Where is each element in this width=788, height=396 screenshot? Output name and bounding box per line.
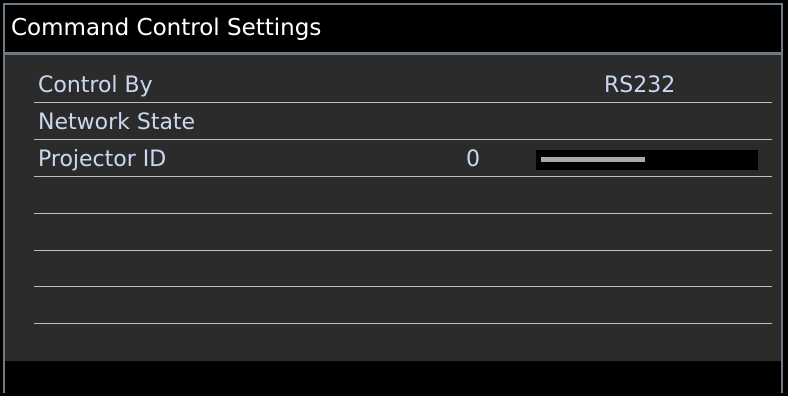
osd-menu: Command Control Settings Control By RS23…: [0, 0, 788, 396]
projector-id-label: Projector ID: [38, 147, 167, 172]
menu-item-empty: [34, 214, 772, 251]
menu-item-empty: [34, 250, 772, 287]
projector-id-slider[interactable]: [536, 150, 758, 170]
menu-footer: [5, 361, 781, 396]
menu-item-projector-id[interactable]: Projector ID 0: [34, 140, 772, 177]
network-state-label: Network State: [38, 110, 196, 135]
control-by-label: Control By: [38, 73, 153, 98]
menu-item-network-state[interactable]: Network State: [34, 103, 772, 140]
projector-id-value: 0: [466, 147, 480, 172]
menu-item-control-by[interactable]: Control By RS232: [34, 66, 772, 103]
projector-id-slider-fill: [541, 157, 645, 162]
menu-item-empty: [34, 287, 772, 324]
control-by-value[interactable]: RS232: [604, 73, 675, 99]
menu-item-empty: [34, 177, 772, 214]
menu-title: Command Control Settings: [5, 5, 781, 52]
